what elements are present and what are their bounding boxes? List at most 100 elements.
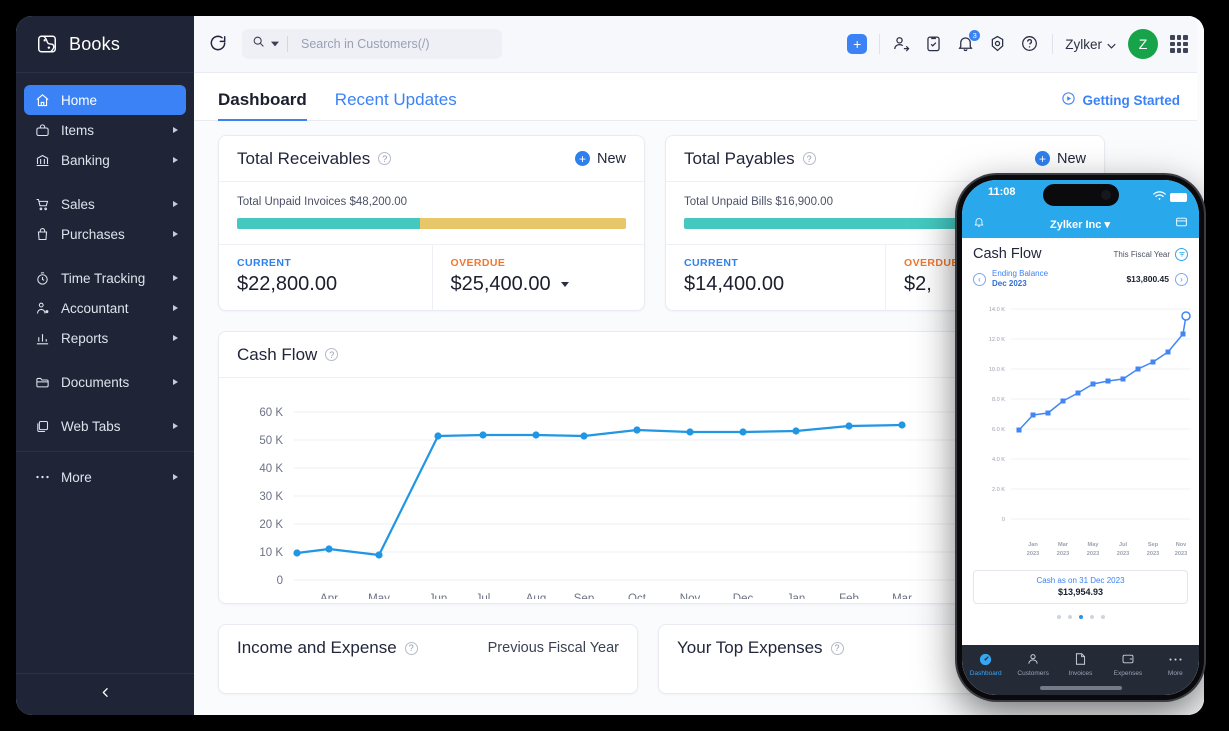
bar-overdue-segment xyxy=(420,218,626,229)
sidebar-item-purchases[interactable]: Purchases xyxy=(24,219,186,249)
phone-tab-bar: Dashboard Customers Invoices xyxy=(962,645,1199,695)
avatar[interactable]: Z xyxy=(1128,29,1158,59)
sidebar-item-home[interactable]: Home xyxy=(24,85,186,115)
phone-page-dots[interactable] xyxy=(973,615,1188,619)
svg-text:Apr: Apr xyxy=(320,593,338,599)
svg-text:0: 0 xyxy=(1002,517,1005,523)
phone-tab-dashboard[interactable]: Dashboard xyxy=(962,651,1009,677)
search-input[interactable] xyxy=(294,37,502,51)
add-new-button[interactable]: + xyxy=(847,34,867,54)
ellipsis-icon xyxy=(1168,651,1183,667)
receivables-current: CURRENT $22,800.00 xyxy=(219,245,432,310)
settings-gear-icon[interactable] xyxy=(988,34,1008,54)
phone-screen: 11:08 Zylker Inc xyxy=(962,180,1199,695)
sidebar-item-documents[interactable]: Documents xyxy=(24,367,186,397)
window-stack-icon xyxy=(34,418,50,434)
dashboard-icon xyxy=(978,651,993,667)
caret-down-icon[interactable] xyxy=(561,282,569,287)
chevron-down-icon[interactable] xyxy=(271,35,279,53)
bell-icon[interactable]: 3 xyxy=(956,34,976,54)
svg-text:0: 0 xyxy=(277,575,283,587)
search-icon xyxy=(252,35,265,53)
phone-tab-more[interactable]: More xyxy=(1152,651,1199,677)
phone-status-bar: 11:08 xyxy=(962,180,1199,210)
help-circle-icon[interactable]: ? xyxy=(831,642,844,655)
sidebar-item-more[interactable]: More xyxy=(24,462,186,492)
payables-current: CURRENT $14,400.00 xyxy=(666,245,885,310)
sidebar-item-items[interactable]: Items xyxy=(24,115,186,145)
sidebar-item-time-tracking[interactable]: Time Tracking xyxy=(24,263,186,293)
page-dot-active[interactable] xyxy=(1079,615,1083,619)
front-camera xyxy=(1101,190,1111,200)
sidebar-item-reports[interactable]: Reports xyxy=(24,323,186,353)
svg-text:Aug: Aug xyxy=(526,593,546,599)
svg-text:Jul: Jul xyxy=(476,593,491,599)
phone-tab-customers[interactable]: Customers xyxy=(1009,651,1056,677)
nav-group-gap xyxy=(16,249,194,263)
help-circle-icon[interactable]: ? xyxy=(378,152,391,165)
card-header: Total Receivables ? + New xyxy=(219,136,644,182)
person-gear-icon xyxy=(34,300,50,316)
phone-chart-svg: 14.0 K 12.0 K 10.0 K 8.0 K 6.0 K 4.0 K 2… xyxy=(973,293,1198,568)
card-title: Cash Flow xyxy=(237,345,317,365)
sidebar-item-label: Reports xyxy=(61,331,162,346)
phone-tab-expenses[interactable]: Expenses xyxy=(1104,651,1151,677)
sidebar-collapse-button[interactable] xyxy=(16,673,194,715)
phone-cash-summary-card: Cash as on 31 Dec 2023 $13,954.93 xyxy=(973,570,1188,604)
folder-icon[interactable] xyxy=(1175,215,1188,233)
apps-grid-icon[interactable] xyxy=(1170,35,1188,53)
chevron-right-icon xyxy=(173,157,178,163)
sidebar-item-web-tabs[interactable]: Web Tabs xyxy=(24,411,186,441)
card-title: Total Receivables xyxy=(237,149,370,169)
search-box[interactable] xyxy=(242,29,502,59)
svg-text:8.0 K: 8.0 K xyxy=(992,397,1005,403)
caret-down-icon: ▾ xyxy=(1104,219,1110,231)
new-bill-button[interactable]: + New xyxy=(1035,151,1086,167)
chevron-left-circle-icon[interactable]: ‹ xyxy=(973,273,986,286)
sidebar-item-banking[interactable]: Banking xyxy=(24,145,186,175)
clipboard-check-icon[interactable] xyxy=(924,34,944,54)
new-label: New xyxy=(1057,151,1086,167)
phone-org-switcher[interactable]: Zylker Inc ▾ xyxy=(985,218,1175,231)
sidebar-item-accountant[interactable]: Accountant xyxy=(24,293,186,323)
add-user-icon[interactable] xyxy=(892,34,912,54)
cart-icon xyxy=(34,196,50,212)
org-switcher[interactable]: Zylker xyxy=(1065,37,1116,52)
card-body: Total Unpaid Invoices $48,200.00 xyxy=(219,182,644,245)
dynamic-island xyxy=(1043,184,1119,206)
topbar-divider xyxy=(1052,34,1053,54)
filter-icon[interactable] xyxy=(1175,248,1188,261)
tab-dashboard[interactable]: Dashboard xyxy=(218,90,307,120)
page-dot[interactable] xyxy=(1068,615,1072,619)
page-dot[interactable] xyxy=(1090,615,1094,619)
brand-logo-area[interactable]: Books xyxy=(16,16,194,73)
page-dot[interactable] xyxy=(1057,615,1061,619)
sidebar-item-label: Accountant xyxy=(61,301,162,316)
help-circle-icon[interactable] xyxy=(1020,34,1040,54)
chevron-right-circle-icon[interactable]: › xyxy=(1175,273,1188,286)
svg-text:30 K: 30 K xyxy=(259,491,283,503)
bell-icon[interactable] xyxy=(973,215,985,233)
sidebar-item-sales[interactable]: Sales xyxy=(24,189,186,219)
phone-period-label[interactable]: This Fiscal Year xyxy=(1114,250,1170,259)
home-indicator xyxy=(1040,686,1122,690)
help-circle-icon[interactable]: ? xyxy=(405,642,418,655)
svg-text:60 K: 60 K xyxy=(259,407,283,419)
getting-started-button[interactable]: Getting Started xyxy=(1061,91,1180,109)
refresh-clock-icon[interactable] xyxy=(208,33,230,55)
phone-tab-invoices[interactable]: Invoices xyxy=(1057,651,1104,677)
tab-bar: Dashboard Recent Updates Getting Started xyxy=(194,73,1204,121)
chevron-right-icon xyxy=(173,231,178,237)
document-icon xyxy=(1074,651,1087,667)
fiscal-period-label[interactable]: Previous Fiscal Year xyxy=(488,640,619,656)
help-circle-icon[interactable]: ? xyxy=(325,348,338,361)
overdue-value-row[interactable]: $25,400.00 xyxy=(451,273,627,296)
tab-recent-updates[interactable]: Recent Updates xyxy=(335,90,457,120)
phone-cash-flow-chart: 14.0 K 12.0 K 10.0 K 8.0 K 6.0 K 4.0 K 2… xyxy=(973,293,1188,568)
help-circle-icon[interactable]: ? xyxy=(803,152,816,165)
new-invoice-button[interactable]: + New xyxy=(575,151,626,167)
svg-text:2023: 2023 xyxy=(1147,551,1159,557)
page-dot[interactable] xyxy=(1101,615,1105,619)
phone-balance-amount: $13,800.45 xyxy=(1126,274,1169,284)
folder-icon xyxy=(34,374,50,390)
